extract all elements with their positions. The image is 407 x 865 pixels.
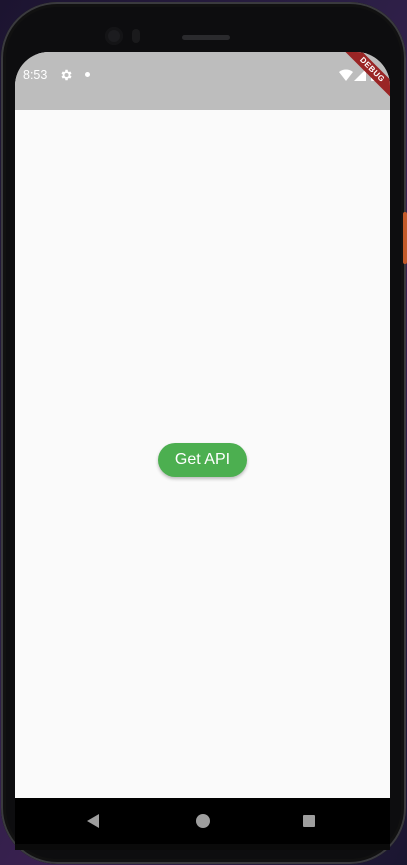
system-navigation-bar xyxy=(15,798,390,844)
notification-dot-icon xyxy=(85,72,90,77)
phone-chin xyxy=(15,844,390,850)
back-triangle-icon[interactable] xyxy=(87,814,99,828)
sensor xyxy=(132,29,140,43)
debug-banner-wrap: DEBUG xyxy=(330,52,390,112)
debug-banner: DEBUG xyxy=(339,52,390,103)
app-screen: 8:53 DEBUG Get API xyxy=(15,52,390,832)
status-bar: 8:53 DEBUG xyxy=(15,52,390,110)
gear-icon xyxy=(61,69,72,81)
get-api-button[interactable]: Get API xyxy=(158,443,247,477)
status-time: 8:53 xyxy=(23,68,48,82)
home-circle-icon[interactable] xyxy=(196,814,210,828)
power-button[interactable] xyxy=(403,212,407,264)
recents-square-icon[interactable] xyxy=(303,815,315,827)
front-camera xyxy=(105,27,123,45)
earpiece-speaker xyxy=(182,35,230,40)
